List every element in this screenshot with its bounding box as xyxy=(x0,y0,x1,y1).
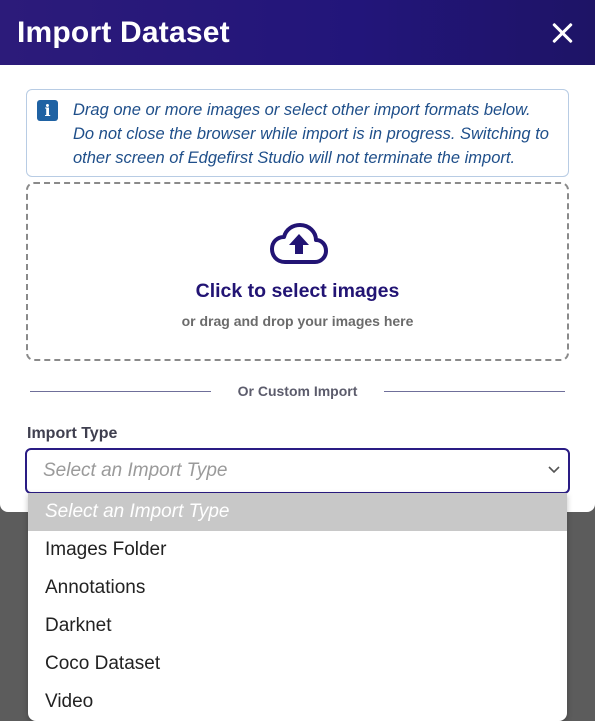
image-dropzone[interactable]: Click to select images or drag and drop … xyxy=(26,182,569,361)
dropzone-title: Click to select images xyxy=(195,280,400,302)
chevron-down-icon xyxy=(548,466,560,474)
option-annotations[interactable]: Annotations xyxy=(28,569,567,607)
import-type-dropdown: Select an Import Type Images Folder Anno… xyxy=(28,493,567,721)
divider-line-left xyxy=(30,391,211,392)
info-text: Drag one or more images or select other … xyxy=(73,101,549,167)
option-coco-dataset[interactable]: Coco Dataset xyxy=(28,645,567,683)
option-select-import-type[interactable]: Select an Import Type xyxy=(28,493,567,531)
custom-import-divider: Or Custom Import xyxy=(30,382,565,402)
option-video[interactable]: Video xyxy=(28,683,567,721)
divider-label: Or Custom Import xyxy=(237,383,358,399)
dropzone-subtitle: or drag and drop your images here xyxy=(181,313,414,329)
info-notice: i Drag one or more images or select othe… xyxy=(26,89,569,177)
option-images-folder[interactable]: Images Folder xyxy=(28,531,567,569)
import-type-select[interactable]: Select an Import Type xyxy=(25,448,570,494)
close-icon[interactable] xyxy=(547,18,577,48)
import-type-label: Import Type xyxy=(27,425,118,442)
cloud-upload-icon xyxy=(270,223,328,264)
divider-line-right xyxy=(384,391,565,392)
info-icon: i xyxy=(37,100,58,121)
modal-header: Import Dataset xyxy=(0,0,595,65)
option-darknet[interactable]: Darknet xyxy=(28,607,567,645)
modal-title: Import Dataset xyxy=(17,15,230,49)
import-type-value: Select an Import Type xyxy=(43,460,228,481)
import-dataset-modal: Import Dataset i Drag one or more images… xyxy=(0,0,595,512)
